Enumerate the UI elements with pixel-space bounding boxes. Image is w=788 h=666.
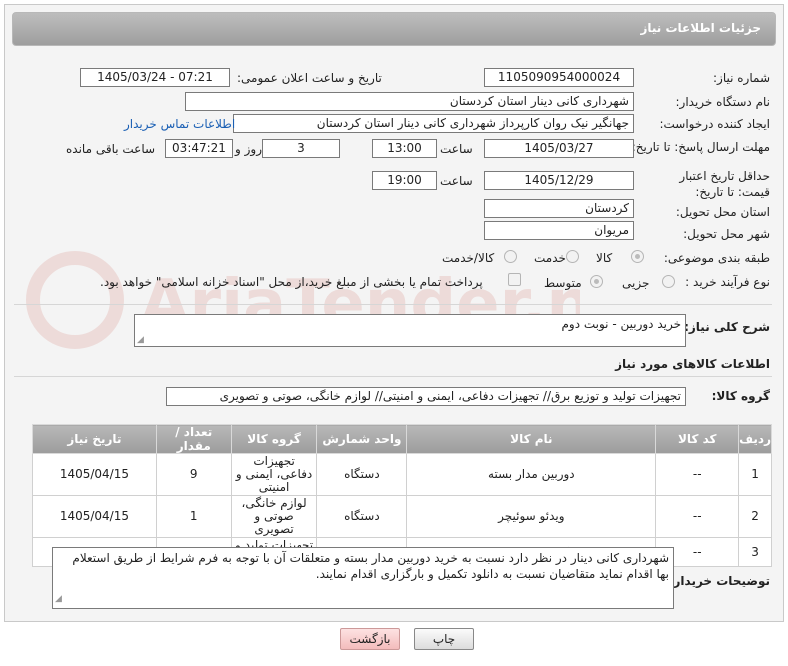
reply-deadline-label: مهلت ارسال پاسخ: تا تاریخ:: [631, 140, 770, 154]
col-header-row-num: ردیف: [738, 424, 772, 454]
resize-grip-icon[interactable]: ◢: [55, 591, 62, 607]
cell-code: --: [655, 495, 740, 538]
reply-time-label: ساعت: [440, 142, 473, 156]
goods-group-field: تجهیزات تولید و توزیع برق// تجهیزات دفاع…: [166, 387, 686, 406]
need-number-label: شماره نیاز:: [713, 71, 770, 85]
remaining-label: ساعت باقی مانده: [66, 142, 156, 156]
announce-field: 1405/03/24 - 07:21: [80, 68, 230, 87]
requester-field: جهانگیر نیک روان کارپرداز شهرداری کانی د…: [233, 114, 634, 133]
province-field: کردستان: [484, 199, 634, 218]
cell-row-num: 3: [738, 537, 772, 567]
buyer-org-label: نام دستگاه خریدار:: [675, 95, 771, 109]
process-option-minor: جزیی: [622, 276, 650, 290]
process-label: نوع فرآیند خرید :: [685, 275, 770, 289]
category-label: طبقه بندی موضوعی:: [663, 251, 770, 265]
goods-group-label: گروه کالا:: [711, 389, 770, 403]
announce-label: تاریخ و ساعت اعلان عمومی:: [237, 71, 382, 85]
col-header-group: گروه کالا: [230, 424, 318, 454]
category-option-goods-service: کالا/خدمت: [442, 251, 495, 265]
col-header-code: کد کالا: [655, 424, 740, 454]
reply-date-field: 1405/03/27: [484, 139, 634, 158]
col-header-quantity: تعداد / مقدار: [155, 424, 232, 454]
validity-time-field: 19:00: [372, 171, 437, 190]
cell-date: 1405/04/15: [32, 495, 157, 538]
city-label: شهر محل تحویل:: [683, 227, 770, 241]
cell-quantity: 1: [155, 495, 232, 538]
goods-table: ردیف کد کالا نام کالا واحد شمارش گروه کا…: [32, 424, 772, 567]
buyer-notes-field[interactable]: شهرداری کانی دینار در نظر دارد نسبت به خ…: [52, 547, 674, 609]
table-header-row: ردیف کد کالا نام کالا واحد شمارش گروه کا…: [32, 424, 772, 454]
validity-label: حداقل تاریخ اعتبار قیمت: تا تاریخ:: [679, 169, 770, 199]
reply-time-field: 13:00: [372, 139, 437, 158]
panel-title: جزئیات اطلاعات نیاز: [640, 21, 761, 35]
cell-group: تجهیزات دفاعی، ایمنی و امنیتی: [230, 453, 318, 496]
col-header-name: نام کالا: [406, 424, 657, 454]
cell-quantity: 9: [155, 453, 232, 496]
process-option-medium: متوسط: [544, 276, 582, 290]
print-button[interactable]: چاپ: [414, 628, 474, 650]
description-text: خرید دوربین - نوبت دوم: [561, 317, 681, 331]
need-number-field: 1105090954000024: [484, 68, 634, 87]
goods-info-title: اطلاعات کالاهای مورد نیاز: [615, 357, 770, 371]
resize-grip-icon[interactable]: ◢: [137, 335, 144, 345]
validity-date-field: 1405/12/29: [484, 171, 634, 190]
divider: [14, 376, 772, 377]
days-label: روز و: [235, 142, 262, 156]
panel-header: جزئیات اطلاعات نیاز: [12, 12, 776, 46]
cell-unit: دستگاه: [316, 453, 408, 496]
buyer-notes-label: توضیحات خریدار:: [668, 574, 770, 588]
divider: [14, 304, 772, 305]
process-radio-medium[interactable]: [590, 275, 603, 288]
requester-label: ایجاد کننده درخواست:: [659, 117, 770, 131]
validity-time-label: ساعت: [440, 174, 473, 188]
category-option-service: خدمت: [534, 251, 566, 265]
buyer-org-field: شهرداری کانی دینار استان کردستان: [185, 92, 634, 111]
cell-date: 1405/04/15: [32, 453, 157, 496]
description-field[interactable]: خرید دوربین - نوبت دوم ◢: [134, 314, 686, 347]
description-label: شرح کلی نیاز:: [684, 320, 770, 334]
treasury-payment-note: پرداخت تمام یا بخشی از مبلغ خرید،از محل …: [100, 275, 483, 289]
category-radio-goods-service[interactable]: [504, 250, 517, 263]
city-field: مریوان: [484, 221, 634, 240]
cell-row-num: 1: [738, 453, 772, 496]
col-header-date: تاریخ نیاز: [32, 424, 157, 454]
contact-info-link[interactable]: اطلاعات تماس خریدار: [124, 117, 235, 131]
cell-unit: دستگاه: [316, 495, 408, 538]
cell-group: لوازم خانگی، صوتی و تصویری: [230, 495, 318, 538]
treasury-payment-checkbox[interactable]: [508, 273, 521, 286]
col-header-unit: واحد شمارش: [316, 424, 408, 454]
cell-name: دوربین مدار بسته: [406, 453, 657, 496]
back-button[interactable]: بازگشت: [340, 628, 400, 650]
remaining-time-field: 03:47:21: [165, 139, 233, 158]
cell-name: ویدئو سوئیچر: [406, 495, 657, 538]
cell-row-num: 2: [738, 495, 772, 538]
process-radio-minor[interactable]: [662, 275, 675, 288]
cell-code: --: [655, 453, 740, 496]
buyer-notes-text: شهرداری کانی دینار در نظر دارد نسبت به خ…: [72, 551, 669, 581]
table-row: 1 -- دوربین مدار بسته دستگاه تجهیزات دفا…: [32, 453, 772, 496]
province-label: استان محل تحویل:: [675, 205, 770, 219]
table-row: 2 -- ویدئو سوئیچر دستگاه لوازم خانگی، صو…: [32, 495, 772, 538]
category-option-goods: کالا: [596, 251, 613, 265]
category-radio-goods[interactable]: [631, 250, 644, 263]
category-radio-service[interactable]: [566, 250, 579, 263]
days-field: 3: [262, 139, 340, 158]
